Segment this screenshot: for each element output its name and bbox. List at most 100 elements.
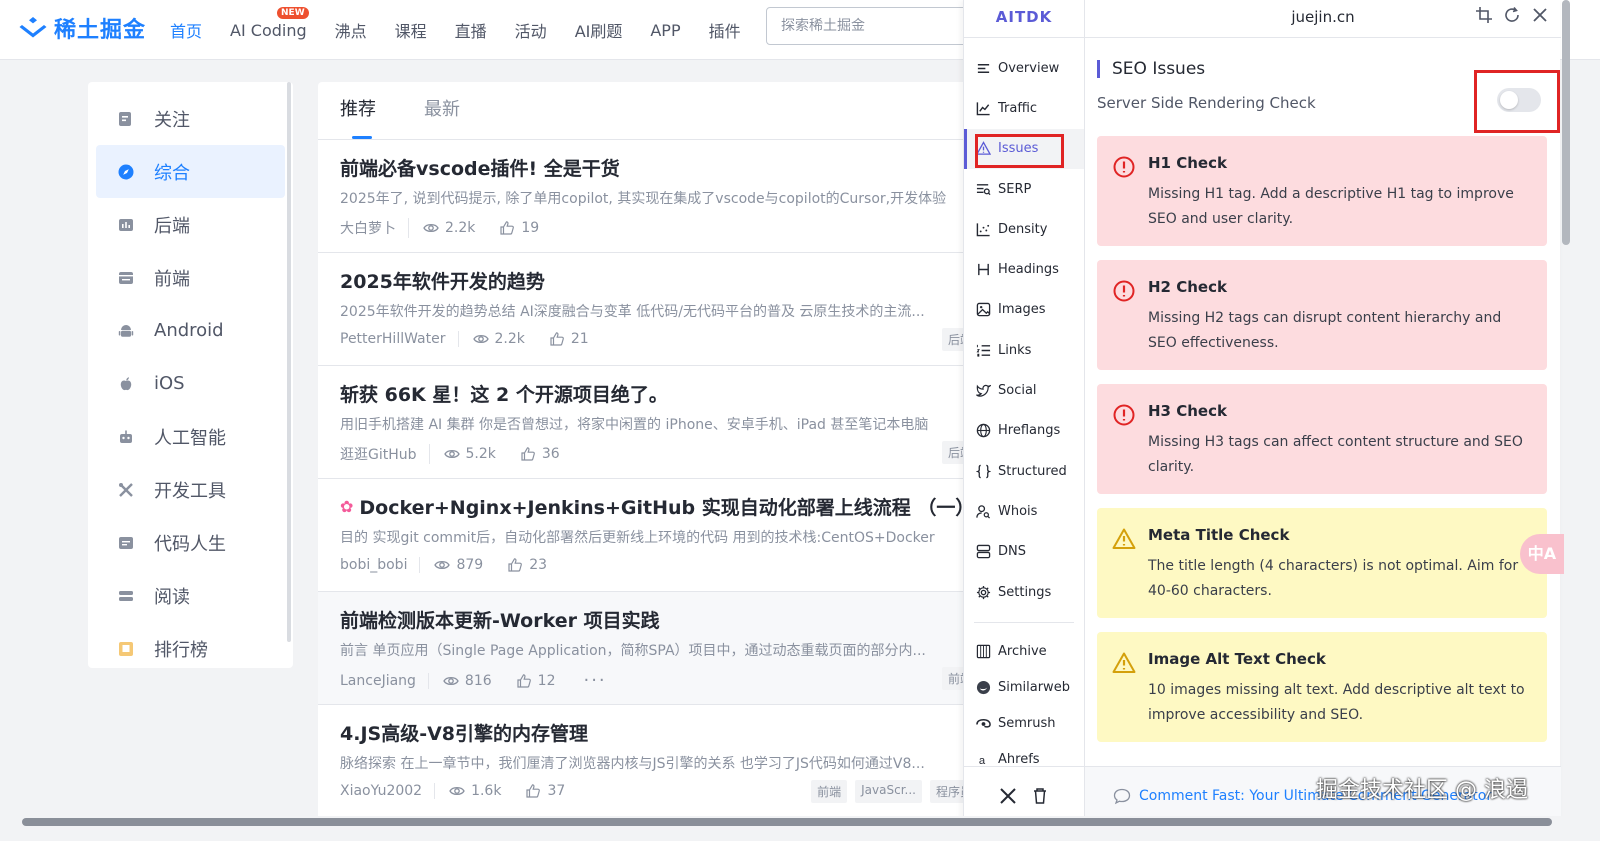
- robot-icon: [120, 430, 132, 443]
- sidebar-item-label: 阅读: [154, 586, 190, 608]
- sidebar-item-reading[interactable]: 阅读: [96, 569, 285, 622]
- translate-button[interactable]: 中A: [1520, 534, 1564, 574]
- article-author[interactable]: bobi_bobi: [340, 557, 421, 573]
- crop-icon[interactable]: [1475, 6, 1493, 24]
- sidebar-item-follow[interactable]: 关注: [96, 92, 285, 145]
- panel-topbar: AITDK juejin.cn: [964, 0, 1561, 38]
- sidebar-item-frontend[interactable]: 前端: [96, 251, 285, 304]
- search-input[interactable]: 探索稀土掘金: [766, 7, 986, 45]
- panel-nav-label: Links: [998, 342, 1032, 358]
- nav-app[interactable]: APP: [650, 21, 680, 40]
- vertical-scrollbar[interactable]: [1562, 0, 1570, 245]
- view-count: 2.2k: [423, 220, 475, 236]
- panel-nav-density[interactable]: Density: [964, 209, 1084, 249]
- sidebar-item-ai[interactable]: 人工智能: [96, 410, 285, 463]
- nav-events[interactable]: 活动: [515, 18, 547, 42]
- article-title[interactable]: ✿ Docker+Nginx+Jenkins+GitHub 实现自动化部署上线流…: [340, 493, 966, 520]
- sidebar-scrollbar[interactable]: [287, 82, 291, 642]
- article-item[interactable]: 2025年软件开发的趋势 2025年软件开发的趋势总结 AI深度融合与变革 低代…: [318, 253, 988, 366]
- panel-nav-similarweb[interactable]: Similarweb: [964, 669, 1084, 705]
- panel-nav-hreflangs[interactable]: Hreflangs: [964, 411, 1084, 451]
- close-icon[interactable]: [1531, 6, 1549, 24]
- nav-home[interactable]: 首页: [170, 18, 202, 42]
- aitdk-brand[interactable]: AITDK: [964, 0, 1085, 38]
- article-author[interactable]: 大白萝卜: [340, 218, 409, 238]
- panel-nav-whois[interactable]: Whois: [964, 491, 1084, 531]
- eye-icon: [434, 560, 451, 570]
- panel-nav-label: Similarweb: [998, 679, 1070, 695]
- nav-pins[interactable]: 沸点: [335, 18, 367, 42]
- ssr-check-label: Server Side Rendering Check: [1097, 94, 1316, 112]
- nav-live[interactable]: 直播: [455, 18, 487, 42]
- like-count[interactable]: 21: [549, 331, 589, 347]
- sidebar-item-backend[interactable]: 后端: [96, 198, 285, 251]
- thumbs-up-icon: [517, 673, 531, 688]
- article-author[interactable]: XiaoYu2002: [340, 783, 436, 799]
- article-title[interactable]: 2025年软件开发的趋势: [340, 267, 966, 294]
- article-author[interactable]: 逛逛GitHub: [340, 444, 430, 464]
- nav-ai-coding[interactable]: AI Coding NEW: [230, 6, 309, 40]
- article-item[interactable]: 前端必备vscode插件! 全是干货 2025年了, 说到代码提示, 除了单用c…: [318, 140, 988, 253]
- panel-nav-images[interactable]: Images: [964, 290, 1084, 330]
- panel-nav-archive[interactable]: Archive: [964, 633, 1084, 669]
- article-item[interactable]: 4.JS高级-V8引擎的内存管理 脉络探索 在上一章节中，我们厘清了浏览器内核与…: [318, 705, 988, 818]
- nav-courses[interactable]: 课程: [395, 18, 427, 42]
- more-icon[interactable]: ···: [583, 670, 606, 691]
- panel-nav-traffic[interactable]: Traffic: [964, 88, 1084, 128]
- sidebar-item-android[interactable]: Android: [96, 304, 285, 357]
- tab-recommended[interactable]: 推荐: [340, 82, 376, 139]
- nav-plugins[interactable]: 插件: [709, 18, 741, 42]
- article-feed: 推荐 最新 前端必备vscode插件! 全是干货 2025年了, 说到代码提示,…: [318, 82, 988, 841]
- site-logo[interactable]: 稀土掘金: [18, 12, 146, 44]
- warning-triangle-icon: [1112, 528, 1136, 549]
- x-logo-icon[interactable]: [999, 787, 1017, 805]
- article-desc: 2025年了, 说到代码提示, 除了单用copilot, 其实现在集成了vsco…: [340, 191, 947, 207]
- article-desc: 目的 实现git commit后，自动化部署然后更新线上环境的代码 用到的技术栈…: [340, 530, 935, 546]
- panel-nav-overview[interactable]: Overview: [964, 48, 1084, 88]
- panel-nav-dns[interactable]: DNS: [964, 532, 1084, 572]
- like-count[interactable]: 19: [499, 220, 539, 236]
- article-tag[interactable]: 前端: [811, 780, 848, 803]
- article-item[interactable]: 斩获 66K 星！这 2 个开源项目绝了。 用旧手机搭建 AI 集群 你是否曾想…: [318, 366, 988, 479]
- like-count[interactable]: 36: [520, 446, 560, 462]
- article-tag[interactable]: JavaScr...: [855, 780, 922, 803]
- like-count[interactable]: 37: [525, 783, 565, 799]
- sidebar-item-label: Android: [154, 320, 224, 341]
- panel-nav-semrush[interactable]: Semrush: [964, 705, 1084, 741]
- article-meta: bobi_bobi 879 23: [340, 557, 966, 573]
- nav-ai-practice[interactable]: AI刷题: [575, 18, 623, 42]
- article-author[interactable]: LanceJiang: [340, 672, 429, 689]
- panel-nav-serp[interactable]: SERP: [964, 169, 1084, 209]
- trash-icon[interactable]: [1031, 787, 1049, 805]
- horizontal-scrollbar[interactable]: [22, 818, 1552, 826]
- like-count-value: 36: [541, 446, 560, 462]
- like-count[interactable]: 23: [507, 557, 547, 573]
- panel-window-controls: [1475, 6, 1549, 24]
- sidebar-item-general[interactable]: 综合: [96, 145, 285, 198]
- panel-nav-headings[interactable]: Headings: [964, 249, 1084, 289]
- panel-nav-label: Overview: [998, 60, 1060, 76]
- article-meta: PetterHillWater 2.2k 21: [340, 331, 966, 347]
- article-author[interactable]: PetterHillWater: [340, 331, 459, 347]
- tab-latest[interactable]: 最新: [424, 82, 460, 139]
- panel-nav-links[interactable]: Links: [964, 330, 1084, 370]
- panel-nav-social[interactable]: Social: [964, 370, 1084, 410]
- juejin-logo-icon: [19, 17, 47, 38]
- article-item[interactable]: ✿ Docker+Nginx+Jenkins+GitHub 实现自动化部署上线流…: [318, 479, 988, 592]
- panel-nav-settings[interactable]: Settings: [964, 572, 1084, 612]
- sidebar-item-ios[interactable]: iOS: [96, 357, 285, 410]
- sidebar-item-code-life[interactable]: 代码人生: [96, 516, 285, 569]
- panel-nav-structured[interactable]: Structured: [964, 451, 1084, 491]
- article-title[interactable]: 前端必备vscode插件! 全是干货: [340, 154, 966, 181]
- article-title[interactable]: 前端检测版本更新-Worker 项目实践: [340, 606, 966, 633]
- article-title[interactable]: 4.JS高级-V8引擎的内存管理: [340, 719, 966, 746]
- feed-tabs: 推荐 最新: [318, 82, 988, 140]
- issue-card-meta-title: Meta Title Check The title length (4 cha…: [1097, 508, 1547, 618]
- sidebar-item-ranking[interactable]: 排行榜: [96, 622, 285, 668]
- sidebar-item-label: 代码人生: [154, 533, 226, 555]
- article-title[interactable]: 斩获 66K 星！这 2 个开源项目绝了。: [340, 380, 966, 407]
- refresh-icon[interactable]: [1503, 6, 1521, 24]
- like-count[interactable]: 12: [516, 673, 555, 689]
- sidebar-item-devtools[interactable]: 开发工具: [96, 463, 285, 516]
- article-item[interactable]: 前端检测版本更新-Worker 项目实践 前言 单页应用（Single Page…: [318, 592, 988, 705]
